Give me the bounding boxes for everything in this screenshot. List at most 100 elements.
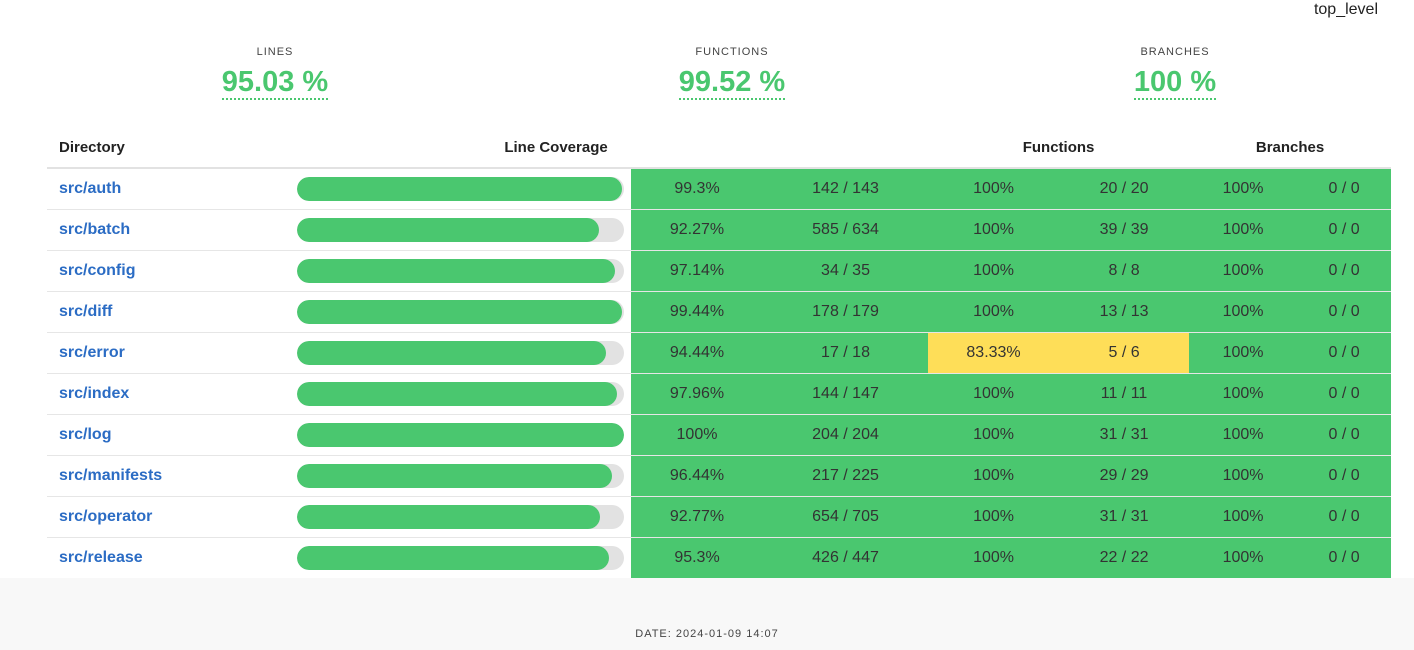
footer-date: DATE: 2024-01-09 14:07 — [635, 628, 779, 640]
branch-count: 0 / 0 — [1297, 455, 1392, 497]
line-count: 144 / 147 — [763, 373, 929, 415]
branch-count: 0 / 0 — [1297, 537, 1392, 579]
line-count: 654 / 705 — [763, 496, 929, 538]
function-count: 31 / 31 — [1059, 414, 1190, 456]
coverage-bar-fill — [297, 546, 609, 570]
line-percent: 94.44% — [631, 332, 763, 374]
summary-branches: BRANCHES 100 % — [1055, 44, 1295, 100]
line-percent: 99.3% — [631, 168, 763, 210]
function-percent: 100% — [928, 250, 1060, 292]
coverage-bar-fill — [297, 423, 624, 447]
directory-link[interactable]: src/log — [59, 426, 111, 443]
header-line-coverage[interactable]: Line Coverage — [296, 128, 929, 169]
line-coverage-bar-cell — [296, 250, 631, 292]
coverage-bar-track — [297, 464, 624, 488]
directory-link[interactable]: src/error — [59, 344, 125, 361]
line-count: 34 / 35 — [763, 250, 929, 292]
line-count: 142 / 143 — [763, 168, 929, 210]
table-row: src/manifests 96.44% 217 / 225 100% 29 / 29 1… — [47, 455, 1392, 497]
function-percent: 100% — [928, 414, 1060, 456]
function-count: 39 / 39 — [1059, 209, 1190, 251]
table-row: src/release 95.3% 426 / 447 100% 22 / 22 100%… — [47, 537, 1392, 579]
line-percent: 96.44% — [631, 455, 763, 497]
branch-count: 0 / 0 — [1297, 209, 1392, 251]
header-branches[interactable]: Branches — [1189, 128, 1392, 169]
line-percent: 97.14% — [631, 250, 763, 292]
directory-link[interactable]: src/batch — [59, 221, 130, 238]
branch-percent: 100% — [1189, 291, 1298, 333]
function-count: 8 / 8 — [1059, 250, 1190, 292]
coverage-bar-fill — [297, 218, 599, 242]
coverage-bar-track — [297, 300, 624, 324]
coverage-bar-track — [297, 341, 624, 365]
coverage-table: Directory Line Coverage Functions Branch… — [47, 128, 1392, 579]
summary-functions: FUNCTIONS 99.52 % — [612, 44, 852, 100]
function-count: 13 / 13 — [1059, 291, 1190, 333]
header-functions[interactable]: Functions — [928, 128, 1190, 169]
branch-percent: 100% — [1189, 537, 1298, 579]
line-count: 17 / 18 — [763, 332, 929, 374]
directory-cell: src/error — [47, 332, 296, 374]
line-coverage-bar-cell — [296, 455, 631, 497]
directory-cell: src/manifests — [47, 455, 296, 497]
top-level-label: top_level — [1313, 1, 1378, 18]
directory-link[interactable]: src/operator — [59, 508, 152, 525]
coverage-bar-fill — [297, 341, 606, 365]
summary-branches-value: 100 % — [1133, 66, 1217, 100]
coverage-bar-track — [297, 382, 624, 406]
footer: DATE: 2024-01-09 14:07 — [0, 578, 1414, 650]
branch-count: 0 / 0 — [1297, 168, 1392, 210]
function-percent: 100% — [928, 209, 1060, 251]
coverage-bar-fill — [297, 464, 613, 488]
directory-cell: src/config — [47, 250, 296, 292]
function-percent: 100% — [928, 373, 1060, 415]
directory-link[interactable]: src/index — [59, 385, 129, 402]
directory-cell: src/operator — [47, 496, 296, 538]
summary-branches-title: BRANCHES — [1140, 46, 1210, 58]
line-count: 585 / 634 — [763, 209, 929, 251]
summary-lines: LINES 95.03 % — [155, 44, 395, 100]
function-percent: 100% — [928, 537, 1060, 579]
line-coverage-bar-cell — [296, 414, 631, 456]
table-row: src/error 94.44% 17 / 18 83.33% 5 / 6 100% 0 /… — [47, 332, 1392, 374]
function-percent: 100% — [928, 496, 1060, 538]
branch-percent: 100% — [1189, 455, 1298, 497]
branch-count: 0 / 0 — [1297, 250, 1392, 292]
directory-link[interactable]: src/config — [59, 262, 135, 279]
line-percent: 92.27% — [631, 209, 763, 251]
table-header-row: Directory Line Coverage Functions Branch… — [47, 128, 1392, 169]
function-count: 20 / 20 — [1059, 168, 1190, 210]
directory-link[interactable]: src/diff — [59, 303, 112, 320]
summary-functions-value: 99.52 % — [678, 66, 786, 100]
line-count: 426 / 447 — [763, 537, 929, 579]
line-percent: 95.3% — [631, 537, 763, 579]
table-row: src/operator 92.77% 654 / 705 100% 31 / 31 10… — [47, 496, 1392, 538]
directory-link[interactable]: src/auth — [59, 180, 121, 197]
branch-count: 0 / 0 — [1297, 332, 1392, 374]
line-percent: 97.96% — [631, 373, 763, 415]
directory-link[interactable]: src/release — [59, 549, 143, 566]
function-percent: 100% — [928, 291, 1060, 333]
directory-cell: src/diff — [47, 291, 296, 333]
table-row: src/diff 99.44% 178 / 179 100% 13 / 13 100% 0 … — [47, 291, 1392, 333]
directory-cell: src/log — [47, 414, 296, 456]
directory-link[interactable]: src/manifests — [59, 467, 162, 484]
line-coverage-bar-cell — [296, 537, 631, 579]
function-count: 29 / 29 — [1059, 455, 1190, 497]
coverage-bar-track — [297, 505, 624, 529]
table-row: src/auth 99.3% 142 / 143 100% 20 / 20 100% 0 /… — [47, 168, 1392, 210]
branch-percent: 100% — [1189, 168, 1298, 210]
branch-percent: 100% — [1189, 373, 1298, 415]
coverage-bar-track — [297, 546, 624, 570]
line-count: 217 / 225 — [763, 455, 929, 497]
function-count: 31 / 31 — [1059, 496, 1190, 538]
table-row: src/batch 92.27% 585 / 634 100% 39 / 39 100% 0… — [47, 209, 1392, 251]
line-percent: 100% — [631, 414, 763, 456]
branch-percent: 100% — [1189, 209, 1298, 251]
function-percent: 100% — [928, 168, 1060, 210]
function-percent: 83.33% — [928, 332, 1060, 374]
line-coverage-bar-cell — [296, 291, 631, 333]
function-count: 11 / 11 — [1059, 373, 1190, 415]
header-directory[interactable]: Directory — [47, 128, 296, 169]
coverage-bar-fill — [297, 177, 622, 201]
